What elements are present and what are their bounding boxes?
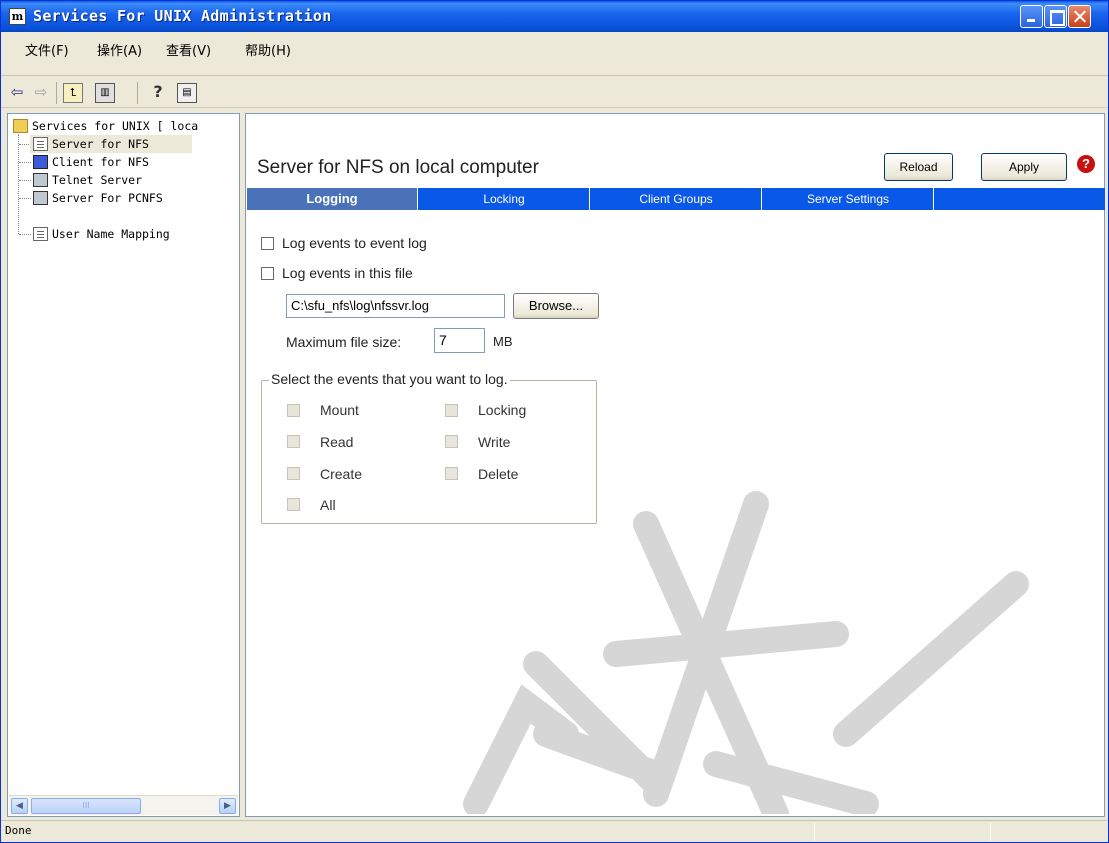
toolbar: ⇦ ⇨ ⮤ ▥ ? ▤ <box>1 77 1108 108</box>
network-computer-icon <box>33 191 48 205</box>
log-to-file-label[interactable]: Log events in this file <box>282 265 413 281</box>
horizontal-scrollbar[interactable]: ◀ III ▶ <box>9 795 238 815</box>
server-icon <box>33 227 48 241</box>
tree-connector <box>19 198 31 199</box>
show-hide-action-pane-icon[interactable]: ▤ <box>177 83 197 103</box>
minimize-button[interactable] <box>1020 5 1043 28</box>
read-checkbox[interactable] <box>287 435 300 448</box>
reload-button[interactable]: Reload <box>884 153 953 181</box>
folder-icon <box>13 119 28 133</box>
log-to-event-log-label[interactable]: Log events to event log <box>282 235 427 251</box>
mount-checkbox[interactable] <box>287 404 300 417</box>
title-bar[interactable]: m Services For UNIX Administration <box>1 1 1108 32</box>
tree-connector <box>18 134 19 234</box>
back-arrow-icon[interactable]: ⇦ <box>7 83 27 103</box>
read-label: Read <box>320 434 354 450</box>
help-icon[interactable]: ? <box>147 83 169 103</box>
max-file-size-field[interactable]: 7 <box>434 328 485 353</box>
tree-item-server-for-nfs[interactable]: Server for NFS <box>30 135 192 153</box>
status-separator <box>814 823 815 841</box>
client-computer-icon <box>33 155 48 169</box>
navigation-tree: Services for UNIX [ loca Server for NFS … <box>8 114 239 794</box>
tree-item-label: Client for NFS <box>52 155 149 169</box>
server-icon <box>33 137 48 151</box>
window-title: Services For UNIX Administration <box>33 7 332 25</box>
tab-server-settings[interactable]: Server Settings <box>763 188 934 210</box>
all-checkbox[interactable] <box>287 498 300 511</box>
navigation-tree-pane: Services for UNIX [ loca Server for NFS … <box>7 113 240 817</box>
tab-bar: Logging Locking Client Groups Server Set… <box>247 188 1105 210</box>
log-file-path-field[interactable]: C:\sfu_nfs\log\nfssvr.log <box>286 294 505 318</box>
mount-label: Mount <box>320 402 359 418</box>
watermark-logo <box>463 491 1029 814</box>
apply-button[interactable]: Apply <box>981 153 1067 181</box>
menu-file[interactable]: 文件(F) <box>25 40 69 59</box>
tab-client-groups[interactable]: Client Groups <box>591 188 762 210</box>
tree-connector <box>19 180 31 181</box>
tree-connector <box>19 162 31 163</box>
tree-item-label: Server For PCNFS <box>52 191 163 205</box>
toolbar-separator <box>56 82 57 104</box>
log-to-file-checkbox[interactable] <box>261 267 274 280</box>
content-pane: Server for NFS on local computer Reload … <box>245 113 1105 817</box>
log-to-event-log-checkbox[interactable] <box>261 237 274 250</box>
app-icon: m <box>9 8 26 25</box>
scroll-left-icon[interactable]: ◀ <box>11 798 28 814</box>
maximize-button[interactable] <box>1044 5 1067 28</box>
create-checkbox[interactable] <box>287 467 300 480</box>
events-groupbox-legend: Select the events that you want to log. <box>269 371 510 387</box>
tab-locking[interactable]: Locking <box>419 188 590 210</box>
scrollbar-thumb[interactable]: III <box>31 798 141 814</box>
status-bar: Done <box>1 820 1108 842</box>
all-label: All <box>320 497 336 513</box>
page-title: Server for NFS on local computer <box>257 157 539 178</box>
max-file-size-unit: MB <box>493 334 513 349</box>
up-one-level-icon[interactable]: ⮤ <box>63 83 83 103</box>
tab-logging[interactable]: Logging <box>247 188 418 210</box>
tree-connector <box>19 234 31 235</box>
max-file-size-label: Maximum file size: <box>286 334 402 350</box>
browse-button[interactable]: Browse... <box>513 293 599 319</box>
tree-root-label: Services for UNIX [ loca <box>32 119 199 133</box>
tab-bar-filler <box>935 188 1105 210</box>
network-computer-icon <box>33 173 48 187</box>
show-hide-tree-icon[interactable]: ▥ <box>95 83 115 103</box>
create-label: Create <box>320 466 363 482</box>
tree-item-label: User Name Mapping <box>52 227 170 241</box>
toolbar-separator <box>137 82 138 104</box>
menu-action[interactable]: 操作(A) <box>97 40 142 59</box>
menu-view[interactable]: 查看(V) <box>166 40 211 59</box>
main-window: m Services For UNIX Administration 文件(F)… <box>0 0 1109 843</box>
menu-bar: 文件(F) 操作(A) 查看(V) 帮助(H) <box>1 32 1108 76</box>
forward-arrow-icon[interactable]: ⇨ <box>31 83 51 103</box>
menu-help[interactable]: 帮助(H) <box>245 40 291 59</box>
scroll-right-icon[interactable]: ▶ <box>219 798 236 814</box>
tree-root[interactable]: Services for UNIX [ loca <box>10 117 239 135</box>
close-button[interactable] <box>1068 5 1091 28</box>
tree-item-label: Server for NFS <box>52 137 149 151</box>
tree-item-label: Telnet Server <box>52 173 143 187</box>
status-text: Done <box>5 824 32 837</box>
help-icon[interactable]: ? <box>1077 155 1095 173</box>
status-separator <box>990 823 991 841</box>
